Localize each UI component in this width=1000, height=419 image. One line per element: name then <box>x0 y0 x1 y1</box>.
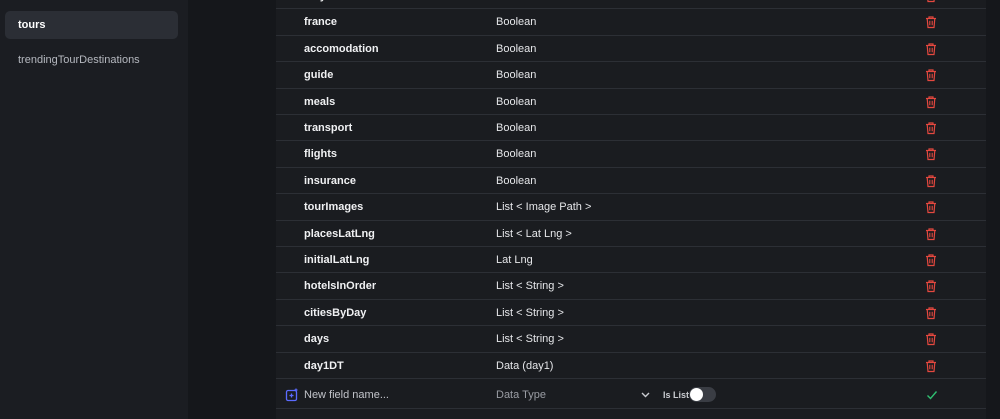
field-type: List < String > <box>496 333 564 346</box>
trash-icon[interactable] <box>924 332 938 346</box>
field-row: meals Boolean <box>276 89 986 115</box>
sidebar-item-trending-tour-destinations[interactable]: trendingTourDestinations <box>5 46 178 74</box>
trash-icon[interactable] <box>924 121 938 135</box>
field-row: france Boolean <box>276 9 986 36</box>
field-row: italy <box>276 0 986 10</box>
sidebar-item-label: trendingTourDestinations <box>18 54 140 66</box>
trash-icon[interactable] <box>924 174 938 188</box>
field-row: guide Boolean <box>276 62 986 89</box>
field-name: tourImages <box>304 201 364 214</box>
field-name: meals <box>304 95 336 108</box>
field-type: List < Lat Lng > <box>496 227 572 240</box>
field-name: france <box>304 16 338 29</box>
app-window: tours trendingTourDestinations italyfran… <box>0 0 1000 419</box>
trash-icon[interactable] <box>924 227 938 241</box>
trash-icon[interactable] <box>924 200 938 214</box>
trash-icon[interactable] <box>924 0 938 3</box>
new-field-row: Data Type Is List <box>276 381 986 409</box>
field-name: guide <box>304 69 334 82</box>
checkmark-icon[interactable] <box>925 388 939 402</box>
is-list-toggle[interactable] <box>689 387 716 402</box>
field-row: hotelsInOrder List < String > <box>276 273 986 300</box>
field-row: accomodation Boolean <box>276 36 986 63</box>
trash-icon[interactable] <box>924 306 938 320</box>
fields-table: italyfranceBooleanaccomodationBooleangui… <box>276 0 986 419</box>
field-type: List < Image Path > <box>496 201 592 214</box>
panel-gutter <box>188 0 276 419</box>
field-type: Lat Lng <box>496 254 533 266</box>
trash-icon[interactable] <box>924 95 938 109</box>
field-name: placesLatLng <box>304 227 375 240</box>
is-list-label: Is List <box>663 390 690 400</box>
field-name: initialLatLng <box>304 254 370 266</box>
field-name: insurance <box>304 174 356 187</box>
field-type: List < String > <box>496 280 564 293</box>
trash-icon[interactable] <box>924 68 938 82</box>
trash-icon[interactable] <box>924 15 938 29</box>
trash-icon[interactable] <box>924 359 938 373</box>
field-type: Boolean <box>496 42 537 55</box>
field-type: Boolean <box>496 16 537 29</box>
trash-icon[interactable] <box>924 253 938 267</box>
data-type-select[interactable]: Data Type <box>496 385 656 405</box>
chevron-down-icon <box>641 392 650 398</box>
field-row: days List < String > <box>276 326 986 353</box>
field-type: Data (day1) <box>496 359 554 372</box>
field-name: italy <box>304 0 326 9</box>
data-type-placeholder: Data Type <box>496 389 546 401</box>
field-name: accomodation <box>304 42 379 55</box>
collections-sidebar: tours trendingTourDestinations <box>0 0 188 419</box>
field-name: day1DT <box>304 359 344 372</box>
field-type: List < String > <box>496 306 564 319</box>
field-row: transport Boolean <box>276 115 986 142</box>
field-row: tourImages List < Image Path > <box>276 194 986 221</box>
field-name: transport <box>304 122 353 134</box>
field-row: citiesByDay List < String > <box>276 300 986 327</box>
add-field-icon[interactable] <box>285 388 299 402</box>
field-name: citiesByDay <box>304 306 367 319</box>
field-type: Boolean <box>496 69 537 82</box>
field-row: placesLatLng List < Lat Lng > <box>276 221 986 247</box>
trash-icon[interactable] <box>924 42 938 56</box>
field-name: days <box>304 333 330 346</box>
trash-icon[interactable] <box>924 279 938 293</box>
field-name: hotelsInOrder <box>304 280 377 293</box>
field-type: Boolean <box>496 95 537 108</box>
field-name: flights <box>304 148 337 161</box>
trash-icon[interactable] <box>924 147 938 161</box>
sidebar-item-label: tours <box>18 19 46 31</box>
new-field-name-input[interactable] <box>304 385 484 405</box>
field-row: insurance Boolean <box>276 168 986 195</box>
field-row: initialLatLng Lat Lng <box>276 247 986 274</box>
field-row: day1DT Data (day1) <box>276 353 986 379</box>
sidebar-item-tours[interactable]: tours <box>5 11 178 39</box>
toggle-knob <box>690 388 703 401</box>
field-row: flights Boolean <box>276 141 986 168</box>
field-type: Boolean <box>496 174 537 187</box>
field-type: Boolean <box>496 122 537 134</box>
field-type: Boolean <box>496 148 537 161</box>
